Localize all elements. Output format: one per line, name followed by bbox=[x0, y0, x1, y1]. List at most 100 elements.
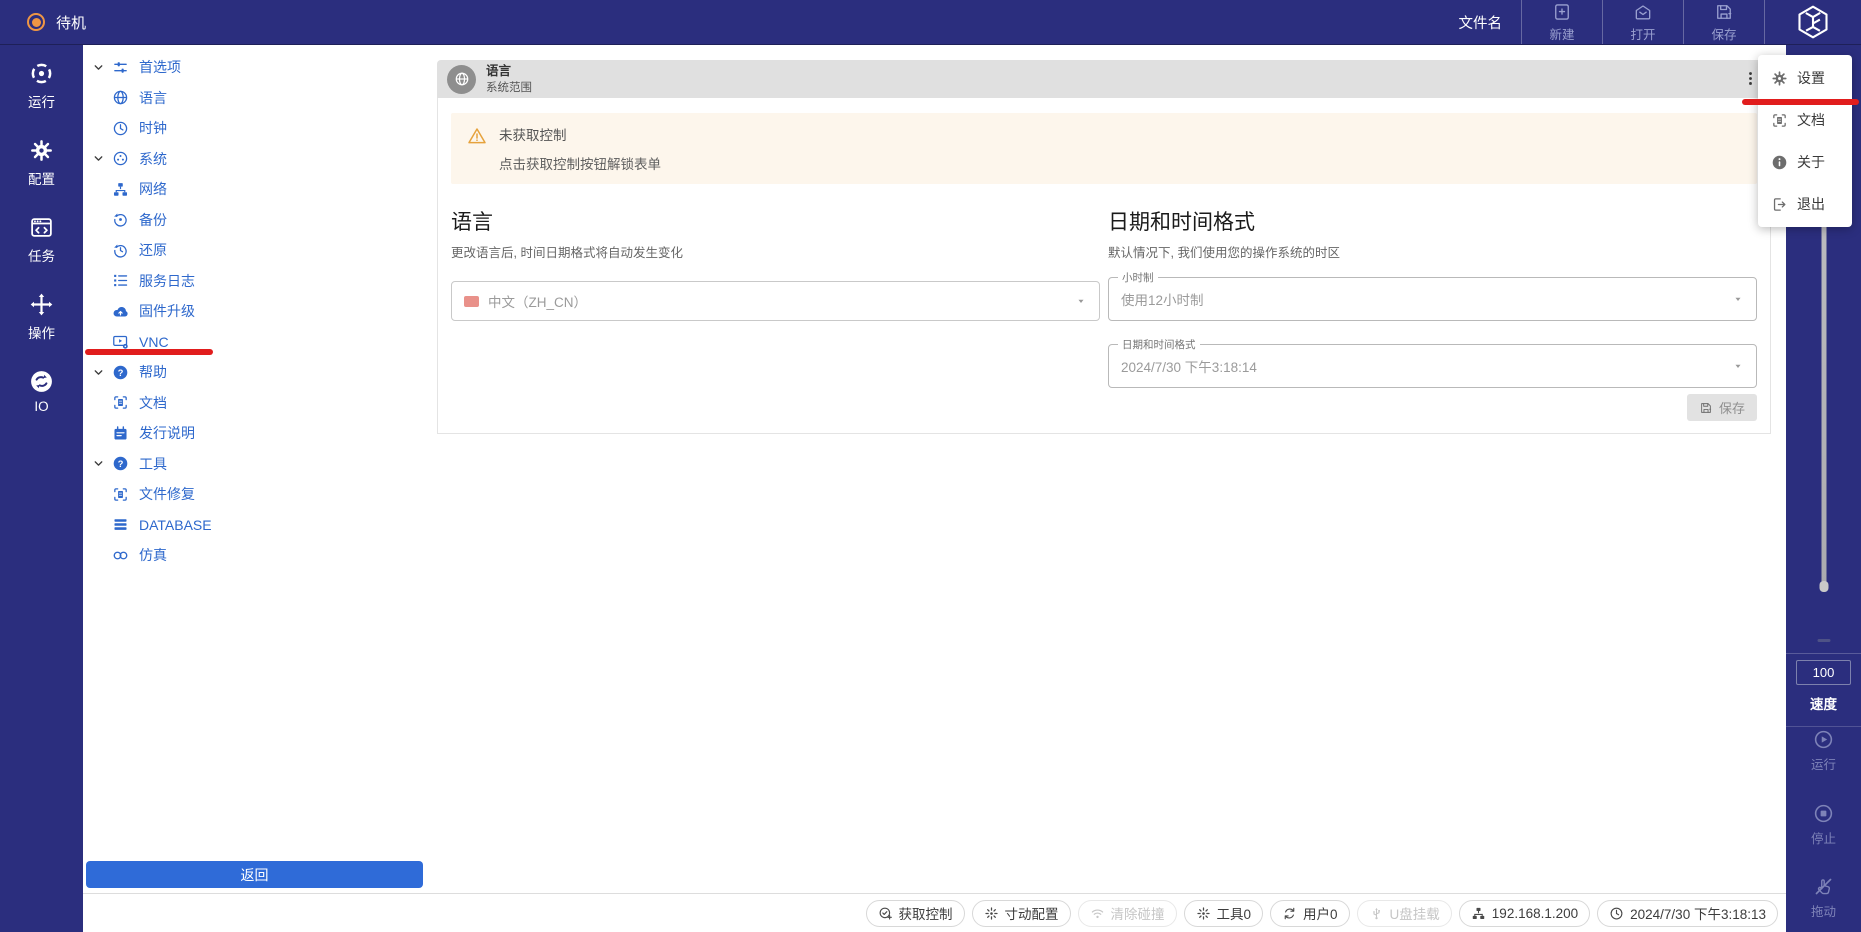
slider-tick bbox=[1817, 639, 1830, 642]
menu-item-docs[interactable]: 文档 bbox=[1758, 99, 1852, 141]
tree-item-system[interactable]: 系统 bbox=[83, 144, 430, 175]
main-content: 语言 系统范围 未获取控制 点击获取控制按钮解锁表单 语言 bbox=[430, 45, 1786, 893]
network-icon bbox=[109, 181, 131, 198]
annotation-underline-vnc bbox=[85, 349, 213, 355]
target-icon bbox=[29, 61, 54, 86]
tree-item-tools[interactable]: 工具 bbox=[83, 449, 430, 480]
doc-scan-icon bbox=[109, 394, 131, 411]
drag-disabled-icon bbox=[1813, 876, 1834, 897]
menu-item-exit[interactable]: 退出 bbox=[1758, 183, 1852, 225]
back-button[interactable]: 返回 bbox=[86, 861, 423, 888]
tree-item-docs[interactable]: 文档 bbox=[83, 388, 430, 419]
hour-format-label: 小时制 bbox=[1118, 270, 1158, 285]
nav-item-task[interactable]: 任务 bbox=[28, 215, 55, 265]
page-title: 语言 bbox=[486, 63, 532, 79]
hour-format-value: 使用12小时制 bbox=[1121, 289, 1204, 309]
chip-user[interactable]: 用户0 bbox=[1270, 900, 1350, 927]
open-file-icon bbox=[1633, 2, 1653, 22]
datetime-section: 日期和时间格式 默认情况下, 我们使用您的操作系统的时区 小时制 使用12小时制… bbox=[1108, 206, 1757, 388]
chip-clear-collision: 清除碰撞 bbox=[1078, 900, 1177, 927]
question-icon bbox=[109, 364, 131, 381]
language-select-value: 中文（ZH_CN） bbox=[488, 291, 587, 311]
left-nav-rail: 运行 配置 任务 操作 IO bbox=[0, 45, 83, 932]
chip-usb-mount: U盘挂载 bbox=[1357, 900, 1452, 927]
globe-icon bbox=[454, 71, 470, 87]
speed-slider-thumb[interactable] bbox=[1819, 581, 1828, 592]
check-plus-icon bbox=[878, 906, 893, 921]
ordered-list-icon bbox=[109, 272, 131, 289]
new-file-button[interactable]: 新建 bbox=[1521, 0, 1602, 44]
chip-tool[interactable]: 工具0 bbox=[1184, 900, 1264, 927]
doc-scan-icon bbox=[1771, 112, 1788, 129]
tree-item-clock[interactable]: 时钟 bbox=[83, 113, 430, 144]
status-label: 待机 bbox=[56, 12, 86, 33]
hour-format-select[interactable]: 小时制 使用12小时制 bbox=[1108, 277, 1757, 321]
menu-item-about[interactable]: 关于 bbox=[1758, 141, 1852, 183]
nav-item-operate[interactable]: 操作 bbox=[28, 292, 55, 342]
chevron-down-icon bbox=[88, 366, 109, 379]
tree-item-network[interactable]: 网络 bbox=[83, 174, 430, 205]
jog-icon bbox=[1196, 906, 1211, 921]
tree-item-service-log[interactable]: 服务日志 bbox=[83, 266, 430, 297]
rightbar-run-button[interactable]: 运行 bbox=[1786, 729, 1861, 773]
tree-item-preferences[interactable]: 首选项 bbox=[83, 52, 430, 83]
tree-item-firmware-upgrade[interactable]: 固件升级 bbox=[83, 296, 430, 327]
window-code-icon bbox=[29, 215, 54, 240]
cube-logo-icon bbox=[1795, 4, 1831, 40]
chip-acquire-control[interactable]: 获取控制 bbox=[866, 900, 965, 927]
db-list-icon bbox=[109, 516, 131, 533]
tree-item-release-notes[interactable]: 发行说明 bbox=[83, 418, 430, 449]
settings-tree: 首选项 语言 时钟 系统 网络 bbox=[83, 45, 430, 571]
annotation-underline-settings bbox=[1742, 99, 1859, 105]
vnc-screen-icon bbox=[109, 333, 131, 350]
open-file-button[interactable]: 打开 bbox=[1602, 0, 1683, 44]
tree-item-simulation[interactable]: 仿真 bbox=[83, 540, 430, 571]
chevron-down-icon bbox=[1732, 360, 1744, 372]
menu-item-settings[interactable]: 设置 bbox=[1758, 57, 1852, 99]
gear-icon bbox=[29, 138, 54, 163]
tree-item-restore[interactable]: 还原 bbox=[83, 235, 430, 266]
bottom-status-bar: 获取控制 寸动配置 清除碰撞 工具0 用户0 U盘挂载 192.168.1.20… bbox=[83, 893, 1786, 932]
nav-item-run[interactable]: 运行 bbox=[28, 61, 55, 111]
language-section: 语言 更改语言后, 时间日期格式将自动发生变化 中文（ZH_CN） bbox=[451, 206, 1100, 388]
chip-jog-config[interactable]: 寸动配置 bbox=[972, 900, 1071, 927]
cn-flag-icon bbox=[464, 296, 479, 307]
speed-label: 速度 bbox=[1786, 693, 1861, 713]
chip-datetime[interactable]: 2024/7/30 下午3:18:13 bbox=[1597, 900, 1778, 927]
chip-ip-address[interactable]: 192.168.1.200 bbox=[1459, 900, 1590, 927]
warning-title: 未获取控制 bbox=[499, 124, 661, 144]
control-warning-banner: 未获取控制 点击获取控制按钮解锁表单 bbox=[451, 113, 1757, 184]
doc-scan-icon bbox=[109, 486, 131, 503]
save-file-button[interactable]: 保存 bbox=[1683, 0, 1764, 44]
language-select[interactable]: 中文（ZH_CN） bbox=[451, 281, 1100, 321]
tree-item-file-repair[interactable]: 文件修复 bbox=[83, 479, 430, 510]
wifi-icon bbox=[1090, 906, 1105, 921]
nav-item-config[interactable]: 配置 bbox=[28, 138, 55, 188]
clock-icon bbox=[1609, 906, 1624, 921]
top-bar: 待机 文件名 新建 打开 保存 bbox=[0, 0, 1861, 45]
sliders-icon bbox=[109, 59, 131, 76]
chevron-down-icon bbox=[88, 457, 109, 470]
speed-value: 100 bbox=[1796, 660, 1851, 685]
datetime-format-label: 日期和时间格式 bbox=[1118, 337, 1200, 352]
rightbar-stop-button[interactable]: 停止 bbox=[1786, 803, 1861, 847]
kebab-menu-button[interactable] bbox=[1742, 70, 1759, 87]
rightbar-drag-button[interactable]: 拖动 bbox=[1786, 876, 1861, 920]
tree-item-help[interactable]: 帮助 bbox=[83, 357, 430, 388]
datetime-format-value: 2024/7/30 下午3:18:14 bbox=[1121, 356, 1257, 376]
calendar-icon bbox=[109, 425, 131, 442]
network-icon bbox=[1471, 906, 1486, 921]
tree-item-language[interactable]: 语言 bbox=[83, 83, 430, 114]
section-subtitle-language: 更改语言后, 时间日期格式将自动发生变化 bbox=[451, 242, 1100, 261]
tree-item-database[interactable]: DATABASE bbox=[83, 510, 430, 541]
card-body: 未获取控制 点击获取控制按钮解锁表单 语言 更改语言后, 时间日期格式将自动发生… bbox=[437, 98, 1771, 434]
card-header: 语言 系统范围 bbox=[437, 60, 1771, 98]
settings-sidebar: 首选项 语言 时钟 系统 网络 bbox=[83, 45, 430, 932]
datetime-format-select[interactable]: 日期和时间格式 2024/7/30 下午3:18:14 bbox=[1108, 344, 1757, 388]
app-logo bbox=[1764, 0, 1861, 44]
save-button[interactable]: 保存 bbox=[1687, 394, 1757, 421]
status-dot-icon bbox=[27, 13, 45, 31]
save-file-icon bbox=[1699, 401, 1713, 415]
nav-item-io[interactable]: IO bbox=[29, 369, 54, 414]
tree-item-backup[interactable]: 备份 bbox=[83, 205, 430, 236]
